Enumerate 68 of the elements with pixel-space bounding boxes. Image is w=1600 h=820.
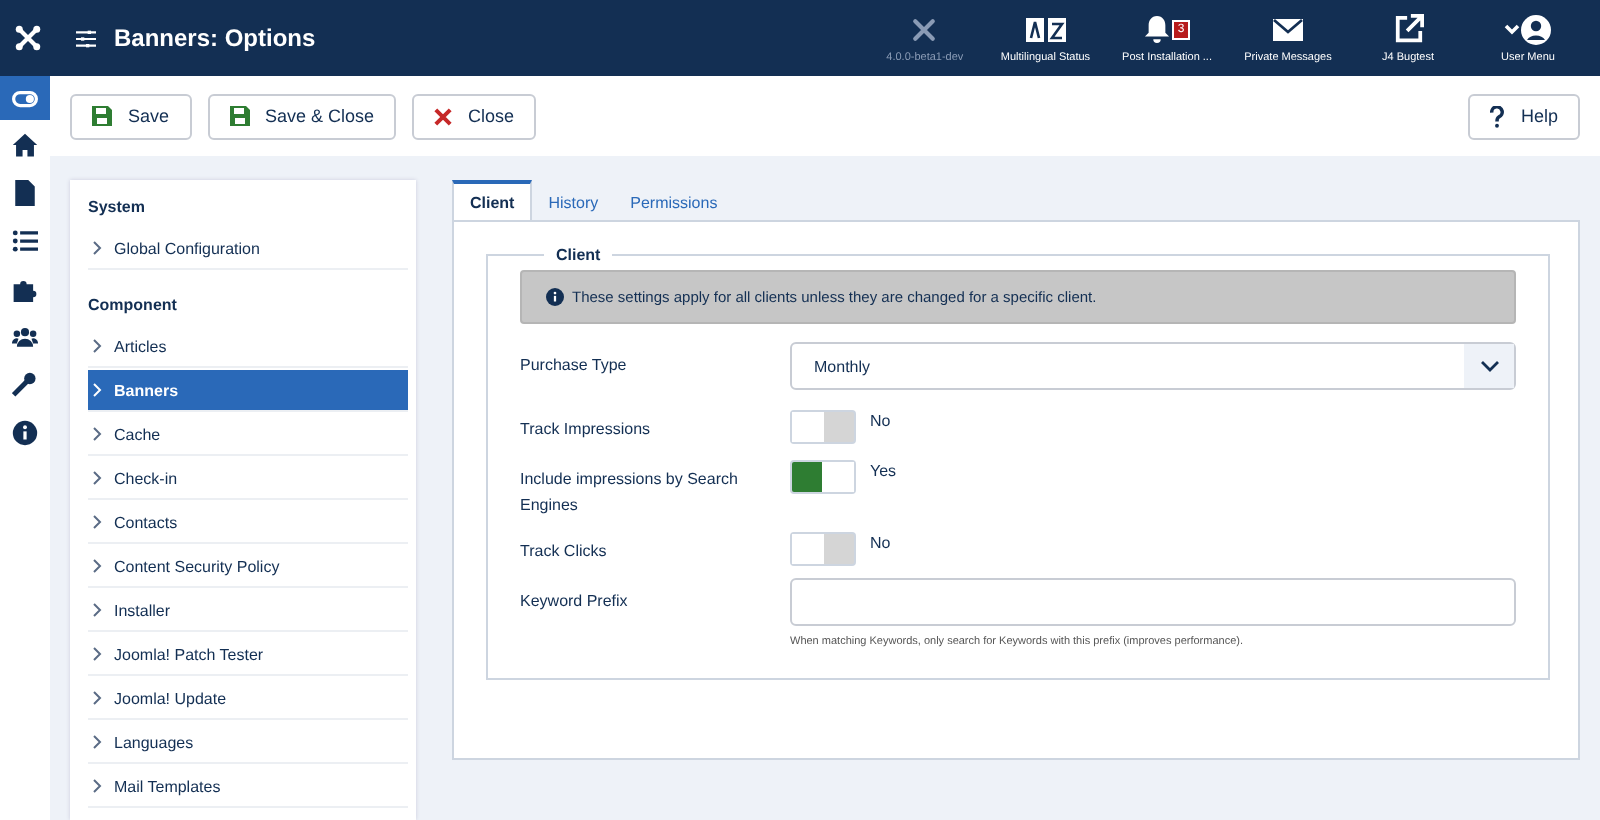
sidebar-item[interactable]: Content Security Policy (88, 546, 408, 588)
sidebar-item[interactable]: Mail Templates (88, 766, 408, 808)
chevron-icon (92, 470, 102, 486)
field-label: Purchase Type (520, 354, 629, 378)
question-mark-icon (1490, 105, 1505, 127)
sidebar-item[interactable]: Check-in (88, 458, 408, 500)
section-heading: Component (88, 294, 179, 318)
sidebar-item[interactable]: Joomla! Update (88, 678, 408, 720)
sidebar-item[interactable]: Installer (88, 590, 408, 632)
chevron-icon (92, 646, 102, 662)
chevron-icon (92, 338, 102, 354)
toggle-switch[interactable] (790, 532, 856, 566)
toggle-state-label: No (870, 532, 891, 552)
file-icon (12, 179, 38, 205)
chevron-icon (92, 382, 102, 398)
sidebar-item[interactable]: Articles (88, 326, 408, 368)
toggle-state-label: Yes (870, 460, 897, 480)
save-button[interactable]: Save (70, 93, 192, 139)
sidebar-toggle-button[interactable] (0, 76, 50, 120)
external-link-icon (1393, 14, 1423, 44)
info-icon (546, 288, 564, 306)
chevron-icon (92, 734, 102, 750)
users-icon (12, 323, 38, 349)
fieldset-legend: Client (544, 246, 613, 264)
sidebar-item[interactable]: Joomla! Patch Tester (88, 634, 408, 676)
text-input-field[interactable] (790, 578, 1516, 626)
chevron-icon (92, 426, 102, 442)
field-label: Include impressions by Search Engines (520, 468, 740, 518)
field-label: Track Impressions (520, 418, 653, 442)
sliders-icon (76, 29, 96, 47)
page-title: Banners: Options (114, 24, 316, 52)
envelope-icon (1272, 17, 1304, 41)
dropdown-field[interactable]: Monthly (790, 342, 1516, 390)
tab[interactable]: History (532, 180, 615, 220)
toggle-switch[interactable] (790, 460, 856, 494)
list-icon (12, 227, 38, 253)
chevron-icon (92, 690, 102, 706)
toggle-icon (12, 85, 38, 111)
section-heading: System (88, 196, 147, 220)
close-button[interactable]: Close (412, 93, 537, 139)
info-icon (12, 419, 38, 445)
language-icon (1025, 17, 1066, 41)
logo-icon (910, 15, 939, 43)
tab[interactable]: Client (452, 180, 533, 220)
save-button[interactable]: Save & Close (207, 93, 397, 139)
logo-icon (14, 24, 42, 52)
puzzle-icon (12, 275, 38, 301)
chevron-icon (92, 778, 102, 794)
sidebar-item[interactable]: Global Configuration (88, 228, 408, 270)
help-button[interactable]: Help (1468, 93, 1580, 139)
chevron-icon (92, 602, 102, 618)
sidebar-item[interactable]: Contacts (88, 502, 408, 544)
chevron-icon (92, 558, 102, 574)
user-icon (1504, 13, 1552, 45)
sidebar-item[interactable]: Banners (88, 370, 408, 412)
chevron-down-icon (1479, 360, 1499, 372)
bell-icon (1143, 14, 1170, 44)
toggle-state-label: No (870, 410, 891, 430)
chevron-icon (92, 514, 102, 530)
home-icon (12, 131, 38, 157)
field-label: Track Clicks (520, 540, 609, 564)
close-icon (434, 107, 453, 125)
sidebar-item[interactable]: Cache (88, 414, 408, 456)
chevron-icon (92, 240, 102, 256)
field-label: Keyword Prefix (520, 590, 630, 614)
toggle-switch[interactable] (790, 410, 856, 444)
tab[interactable]: Permissions (614, 180, 734, 220)
sidebar-item[interactable]: Languages (88, 722, 408, 764)
